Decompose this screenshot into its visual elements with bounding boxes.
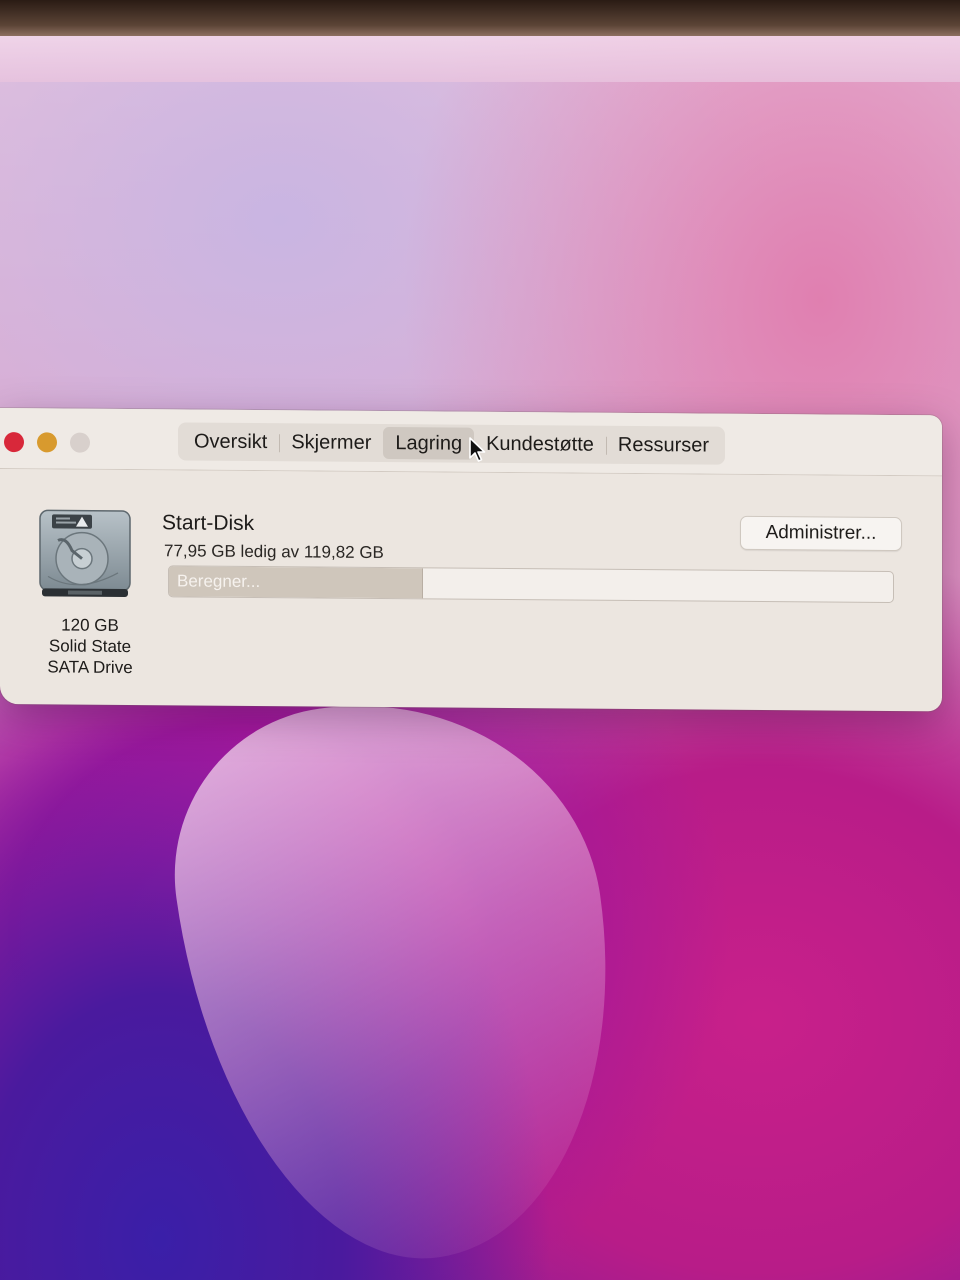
manage-button[interactable]: Administrer...	[740, 515, 902, 552]
disk-free-space: 77,95 GB ledig av 119,82 GB	[164, 541, 384, 563]
minimize-button[interactable]	[37, 432, 57, 453]
tab-support[interactable]: Kundestøtte	[474, 428, 606, 461]
close-button[interactable]	[4, 432, 24, 453]
tab-storage[interactable]: Lagring	[383, 427, 475, 460]
disk-name: Start-Disk	[162, 511, 255, 535]
drive-type-line2: SATA Drive	[47, 657, 133, 678]
desktop-wallpaper: Oversikt Skjermer Lagring Kundestøtte Re…	[0, 0, 960, 1280]
tab-displays[interactable]: Skjermer	[279, 426, 383, 459]
drive-type-line1: Solid State	[48, 636, 132, 657]
drive-description: 120 GB Solid State SATA Drive	[30, 614, 150, 678]
wallpaper-wave	[153, 673, 647, 1280]
drive-capacity: 120 GB	[61, 615, 119, 635]
tab-overview[interactable]: Oversikt	[182, 425, 279, 458]
wallpaper-top-strip	[0, 36, 960, 82]
internal-drive-icon	[38, 506, 132, 599]
arrow-pointer-icon	[469, 437, 486, 462]
storage-usage-bar: Beregner...	[168, 565, 894, 604]
storage-panel: 120 GB Solid State SATA Drive Start-Disk…	[0, 470, 942, 711]
monitor-bezel	[0, 0, 960, 36]
tab-bar: Oversikt Skjermer Lagring Kundestøtte Re…	[178, 422, 726, 465]
zoom-button[interactable]	[70, 432, 90, 453]
storage-calculating-label: Beregner...	[177, 571, 261, 592]
tab-resources[interactable]: Ressurser	[606, 429, 721, 462]
